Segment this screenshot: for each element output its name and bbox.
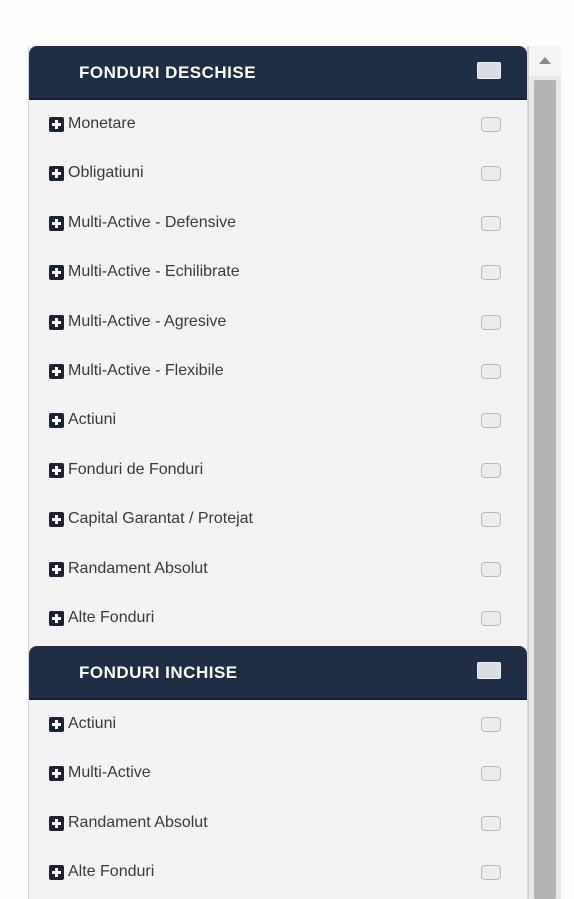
plus-square-icon[interactable] [49,561,64,577]
list-item-label: Obligatiuni [68,164,144,182]
list-item-checkbox[interactable] [481,766,501,782]
list-item-label: Multi-Active - Defensive [68,213,237,231]
list-item[interactable]: Alte Fonduri [29,848,527,897]
plus-square-icon[interactable] [49,865,64,881]
list-item-label: Multi-Active - Agresive [68,312,227,330]
list-item-label: Multi-Active - Flexibile [68,361,224,379]
section-title-closed-funds: FONDURI INCHISE [79,663,238,682]
list-item-checkbox[interactable] [481,865,501,881]
list-item-label: Actiuni [68,411,117,429]
list-item-label: Multi-Active [68,764,151,782]
plus-square-icon[interactable] [49,363,64,379]
list-item-checkbox[interactable] [481,561,501,577]
section-header-open-funds[interactable]: FONDURI DESCHISE [29,46,527,100]
list-item-label: Capital Garantat / Protejat [68,510,253,528]
list-item-checkbox[interactable] [481,363,501,379]
plus-square-icon[interactable] [49,717,64,732]
list-item-label: Randament Absolut [68,559,208,577]
list-item-checkbox[interactable] [481,815,501,831]
plus-square-icon[interactable] [49,766,64,782]
scroll-thumb[interactable] [534,80,556,899]
list-item-label: Fonduri de Fonduri [68,460,204,478]
list-item-checkbox[interactable] [481,717,501,732]
list-item[interactable]: Capital Garantat / Protejat [29,495,527,544]
list-item-checkbox[interactable] [481,265,501,281]
list-item-label: Randament Absolut [68,813,208,831]
list-item-label: Monetare [68,115,136,132]
list-item[interactable]: Randament Absolut [29,545,527,594]
list-item-checkbox[interactable] [481,166,501,182]
list-item-checkbox[interactable] [481,462,501,478]
list-item-checkbox[interactable] [481,413,501,429]
plus-square-icon[interactable] [49,512,64,528]
list-item[interactable]: Obligatiuni [29,149,527,198]
plus-square-icon[interactable] [49,314,64,330]
list-item[interactable]: Randament Absolut [29,799,527,848]
list-item[interactable]: Actiuni [29,700,527,749]
fund-filter-page: FONDURI DESCHISE Monetare Obligatiuni Mu… [0,0,574,899]
list-item-label: Alte Fonduri [68,608,155,626]
list-item-checkbox[interactable] [481,512,501,528]
list-item[interactable]: Actiuni [29,396,527,445]
list-item-checkbox[interactable] [481,215,501,231]
scroll-up-button[interactable] [529,46,561,76]
list-item-checkbox[interactable] [481,117,501,132]
open-funds-list: Monetare Obligatiuni Multi-Active - Defe… [29,100,527,643]
vertical-scrollbar[interactable] [528,46,561,899]
plus-square-icon[interactable] [49,462,64,478]
list-item[interactable]: Multi-Active [29,749,527,798]
plus-square-icon[interactable] [49,117,64,132]
list-item-label: Multi-Active - Echilibrate [68,263,240,281]
plus-square-icon[interactable] [49,215,64,231]
section-select-all-checkbox-closed-funds[interactable] [477,662,501,679]
list-item[interactable]: Multi-Active - Echilibrate [29,248,527,297]
list-item[interactable]: Multi-Active - Flexibile [29,347,527,396]
closed-funds-list: Actiuni Multi-Active Randament Absolut A… [29,700,527,898]
list-item[interactable]: Monetare [29,100,527,149]
list-item-label: Actiuni [68,715,117,732]
list-item[interactable]: Multi-Active - Defensive [29,199,527,248]
plus-square-icon[interactable] [49,166,64,182]
section-title-open-funds: FONDURI DESCHISE [79,63,257,82]
arrow-up-icon [539,57,551,64]
list-item[interactable]: Alte Fonduri [29,594,527,643]
plus-square-icon[interactable] [49,265,64,281]
list-item-checkbox[interactable] [481,610,501,626]
section-select-all-checkbox-open-funds[interactable] [477,62,501,79]
section-header-closed-funds[interactable]: FONDURI INCHISE [29,646,527,700]
plus-square-icon[interactable] [49,413,64,429]
list-item[interactable]: Multi-Active - Agresive [29,298,527,347]
list-item-label: Alte Fonduri [68,863,155,881]
list-item[interactable]: Fonduri de Fonduri [29,446,527,495]
plus-square-icon[interactable] [49,610,64,626]
list-item-checkbox[interactable] [481,314,501,330]
fund-category-panel: FONDURI DESCHISE Monetare Obligatiuni Mu… [28,46,528,899]
plus-square-icon[interactable] [49,815,64,831]
